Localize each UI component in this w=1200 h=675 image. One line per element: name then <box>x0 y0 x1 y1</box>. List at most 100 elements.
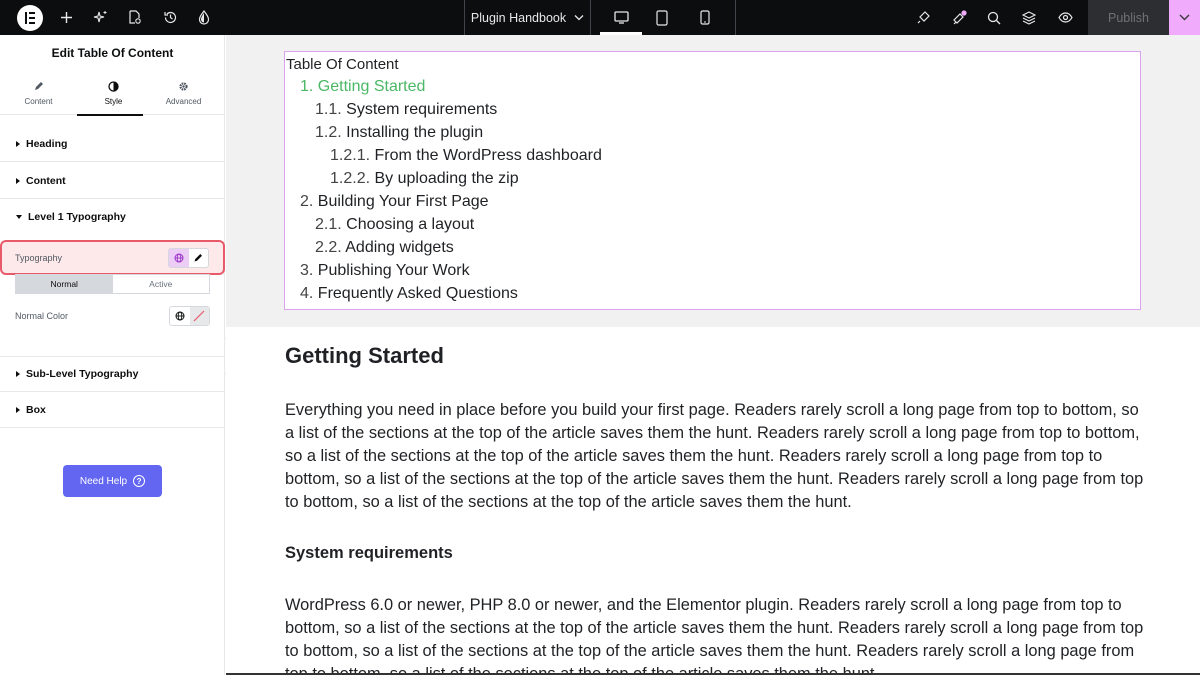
toc-item-text: Building Your First Page <box>317 193 489 210</box>
toc-item-text: Frequently Asked Questions <box>317 285 518 302</box>
toc-item[interactable]: 1.2.1. From the WordPress dashboard <box>330 147 602 165</box>
chevron-down-icon <box>574 15 584 21</box>
color-swatch-empty-icon[interactable] <box>189 307 209 325</box>
page-settings-icon[interactable] <box>125 0 145 35</box>
add-icon[interactable] <box>56 0 76 35</box>
state-tab-active[interactable]: Active <box>113 275 210 293</box>
toc-item-number: 2.1. <box>315 216 342 233</box>
divider <box>590 0 591 35</box>
section-sub-level-typography[interactable]: Sub-Level Typography <box>0 356 225 392</box>
need-help-label: Need Help <box>79 475 128 487</box>
section-level1-typography[interactable]: Level 1 Typography <box>0 199 225 235</box>
need-help-button[interactable]: Need Help ? <box>63 465 162 497</box>
pencil-icon <box>35 82 43 90</box>
paragraph: WordPress 6.0 or newer, PHP 8.0 or newer… <box>285 596 1144 675</box>
history-icon[interactable] <box>160 0 180 35</box>
toc-item[interactable]: 1.2.2. By uploading the zip <box>330 170 519 188</box>
toc-item-number: 3. <box>300 262 314 279</box>
toc-item-text: Adding widgets <box>345 239 454 256</box>
toc-item-number: 4. <box>300 285 314 302</box>
toc-item-text: By uploading the zip <box>374 170 519 187</box>
panel-tabs: Content Style Advanced <box>0 70 225 116</box>
divider <box>735 0 736 35</box>
caret-down-icon <box>16 215 22 219</box>
toc-item-text: Publishing Your Work <box>317 262 470 279</box>
tab-label: Style <box>104 97 123 106</box>
section-label: Heading <box>26 137 68 150</box>
publish-button[interactable]: Publish <box>1088 0 1169 35</box>
ai-sparkle-icon[interactable] <box>90 0 110 35</box>
toc-item-text: System requirements <box>346 101 498 118</box>
caret-right-icon <box>16 371 20 377</box>
typography-label: Typography <box>15 252 63 263</box>
section-heading[interactable]: Heading <box>0 126 225 162</box>
section-box[interactable]: Box <box>0 392 225 428</box>
document-title: Plugin Handbook <box>470 10 567 25</box>
edit-typography-icon[interactable] <box>189 249 209 267</box>
toc-item[interactable]: 3. Publishing Your Work <box>300 262 470 280</box>
global-typography-icon[interactable] <box>169 248 189 267</box>
paragraph: Everything you need in place before you … <box>285 401 1144 511</box>
tab-content[interactable]: Content <box>1 70 76 115</box>
toc-item-number: 1.2.2. <box>330 170 371 187</box>
toc-section: Table Of Content 1. Getting Started 1.1.… <box>226 35 1200 327</box>
editor-panel: Edit Table Of Content Content Style Adva… <box>0 35 225 675</box>
question-icon: ? <box>133 475 146 487</box>
document-title-dropdown[interactable]: Plugin Handbook <box>465 0 590 35</box>
toc-item-text: Installing the plugin <box>346 124 484 141</box>
toc-item-number: 1.2. <box>315 124 342 141</box>
toc-item[interactable]: 4. Frequently Asked Questions <box>300 285 518 303</box>
toc-item-number: 1. <box>300 78 314 95</box>
heading-system-requirements: System requirements <box>285 544 453 562</box>
section-label: Content <box>26 174 66 187</box>
panel-title: Edit Table Of Content <box>51 45 174 60</box>
toc-item-number: 2. <box>300 193 314 210</box>
contrast-icon <box>108 81 119 92</box>
toc-item[interactable]: 2. Building Your First Page <box>300 193 489 211</box>
toc-item[interactable]: 2.2. Adding widgets <box>315 239 454 257</box>
typography-controls <box>168 247 209 268</box>
toc-title: Table Of Content <box>286 56 399 73</box>
toc-item[interactable]: 1.2. Installing the plugin <box>315 124 483 142</box>
section-content[interactable]: Content <box>0 163 225 199</box>
table-of-contents-widget[interactable]: Table Of Content 1. Getting Started 1.1.… <box>284 51 1141 310</box>
publish-options-button[interactable] <box>1169 0 1200 35</box>
tablet-icon[interactable] <box>652 0 672 35</box>
toc-item[interactable]: 2.1. Choosing a layout <box>315 216 474 234</box>
tab-label: Advanced <box>165 97 202 106</box>
caret-right-icon <box>16 177 20 184</box>
preview-icon[interactable] <box>1055 0 1075 35</box>
toc-item-text: Choosing a layout <box>346 216 475 233</box>
toc-item[interactable]: 1. Getting Started <box>300 78 425 96</box>
desktop-icon[interactable] <box>600 0 642 35</box>
tab-label: Content <box>24 97 53 106</box>
structure-icon[interactable] <box>1019 0 1039 35</box>
normal-color-label: Normal Color <box>15 311 69 321</box>
elementor-logo-icon[interactable] <box>17 5 43 31</box>
chevron-down-icon <box>1179 14 1190 21</box>
tab-style[interactable]: Style <box>76 70 151 116</box>
section-label: Sub-Level Typography <box>26 368 139 380</box>
tab-advanced[interactable]: Advanced <box>146 70 221 115</box>
normal-color-control: Normal Color <box>0 303 225 329</box>
search-icon[interactable] <box>984 0 1004 35</box>
preview-canvas: Table Of Content 1. Getting Started 1.1.… <box>226 35 1200 675</box>
color-controls <box>169 306 210 326</box>
toc-item-number: 1.1. <box>315 101 342 118</box>
top-bar: Plugin Handbook Publish <box>0 0 1200 35</box>
toc-item[interactable]: 1.1. System requirements <box>315 101 497 119</box>
caret-right-icon <box>16 140 20 147</box>
section-label: Level 1 Typography <box>28 211 126 223</box>
section-label: Box <box>26 403 46 416</box>
toc-item-text: From the WordPress dashboard <box>374 147 602 164</box>
gear-icon <box>179 82 188 91</box>
theme-style-icon[interactable] <box>194 0 214 35</box>
notifications-icon[interactable] <box>949 0 969 35</box>
caret-right-icon <box>16 406 20 413</box>
state-tab-normal[interactable]: Normal <box>16 275 113 293</box>
integrations-icon[interactable] <box>913 0 933 35</box>
mobile-icon[interactable] <box>695 0 715 35</box>
global-color-icon[interactable] <box>170 307 190 325</box>
state-tabs: Normal Active <box>15 274 210 294</box>
typography-control: Typography <box>0 240 225 275</box>
